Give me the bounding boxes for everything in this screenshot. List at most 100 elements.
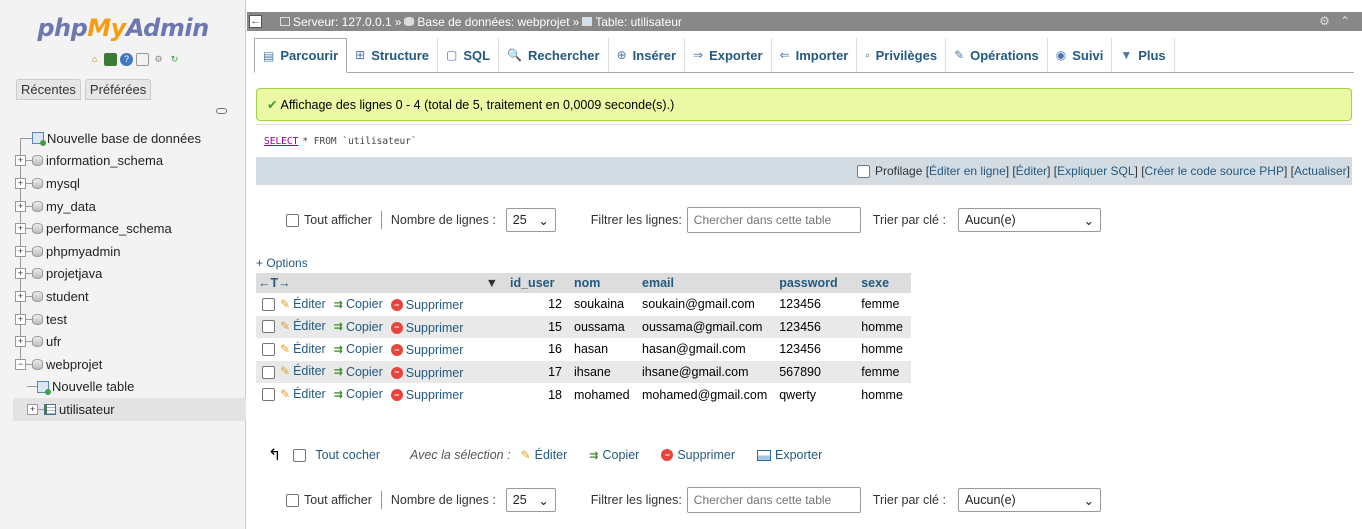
column-header-nom[interactable]: nom: [568, 273, 636, 293]
filter-rows-input[interactable]: Chercher dans cette table: [686, 207, 861, 233]
tree-item-performance-schema[interactable]: + performance_schema: [15, 217, 246, 240]
favorites-tab[interactable]: Préférées: [84, 79, 152, 100]
rows-per-page-select[interactable]: 25 ⌄: [505, 488, 556, 512]
table-row[interactable]: ✎ Éditer ⇉ Copier − Supprimer 17 ihsane ihsane@g…: [256, 360, 912, 384]
cell-nom[interactable]: oussama: [568, 315, 636, 339]
tab-tracking[interactable]: ◉ Suivi: [1048, 38, 1113, 72]
expand-icon[interactable]: +: [15, 313, 26, 325]
cell-sexe[interactable]: homme: [855, 315, 912, 339]
cell-id-user[interactable]: 18: [504, 383, 568, 406]
row-copy-button[interactable]: ⇉ Copier: [334, 320, 383, 334]
table-row[interactable]: ✎ Éditer ⇉ Copier − Supprimer 18 mohamed mohamed…: [256, 383, 912, 406]
tab-search[interactable]: 🔍 Rechercher: [499, 38, 609, 72]
expand-icon[interactable]: +: [15, 223, 26, 235]
row-edit-button[interactable]: ✎ Éditer: [280, 387, 326, 401]
row-copy-button[interactable]: ⇉ Copier: [334, 387, 383, 401]
cell-nom[interactable]: ihsane: [568, 360, 636, 384]
sql-keyword[interactable]: SELECT: [264, 136, 298, 147]
cell-password[interactable]: 123456: [773, 293, 856, 316]
bulk-edit-button[interactable]: ✎ Éditer: [521, 448, 568, 462]
breadcrumb-table[interactable]: Table: utilisateur: [595, 15, 682, 29]
expand-icon[interactable]: +: [15, 177, 26, 189]
row-delete-button[interactable]: − Supprimer: [390, 321, 463, 335]
cell-nom[interactable]: hasan: [568, 338, 636, 361]
tab-privileges[interactable]: ▫ Privilèges: [857, 38, 947, 72]
explain-sql-link[interactable]: Expliquer SQL: [1057, 164, 1134, 178]
column-header-sexe[interactable]: sexe: [855, 273, 912, 293]
tree-item-mysql[interactable]: + mysql: [15, 172, 246, 195]
row-delete-button[interactable]: − Supprimer: [390, 366, 463, 380]
row-edit-button[interactable]: ✎ Éditer: [280, 342, 326, 356]
show-all-checkbox[interactable]: [286, 213, 299, 227]
tree-item-student[interactable]: + student: [15, 285, 246, 308]
table-row[interactable]: ✎ Éditer ⇉ Copier − Supprimer 16 hasan hasan@gma…: [256, 338, 912, 361]
cell-sexe[interactable]: homme: [855, 338, 912, 361]
row-delete-button[interactable]: − Supprimer: [390, 343, 463, 357]
docs-icon[interactable]: [136, 53, 149, 66]
tree-item-test[interactable]: + test: [15, 308, 246, 331]
help-icon[interactable]: ?: [120, 53, 133, 66]
cell-sexe[interactable]: femme: [855, 293, 912, 316]
bulk-export-button[interactable]: Exporter: [757, 448, 822, 462]
settings-gear-icon[interactable]: ⚙: [1319, 14, 1330, 28]
column-header-password[interactable]: password: [773, 273, 856, 293]
bulk-delete-button[interactable]: − Supprimer: [661, 448, 735, 462]
cell-id-user[interactable]: 12: [504, 293, 568, 316]
options-link[interactable]: + Options: [256, 256, 308, 270]
profiling-checkbox[interactable]: [857, 164, 870, 178]
phpmyadmin-logo[interactable]: phpMyAdmin: [0, 14, 246, 42]
cell-email[interactable]: oussama@gmail.com: [636, 315, 774, 339]
inline-edit-link[interactable]: Éditer en ligne: [929, 164, 1006, 178]
table-row[interactable]: ✎ Éditer ⇉ Copier − Supprimer 12 soukaina soukai…: [256, 293, 912, 316]
refresh-link[interactable]: Actualiser: [1294, 164, 1347, 178]
tab-import[interactable]: ⇐ Importer: [772, 38, 858, 72]
expand-icon[interactable]: +: [15, 290, 26, 302]
cell-email[interactable]: soukain@gmail.com: [636, 293, 774, 316]
tree-item-my-data[interactable]: + my_data: [15, 195, 246, 218]
row-checkbox[interactable]: [262, 297, 275, 311]
link-with-main-icon[interactable]: [216, 108, 227, 114]
recent-tab[interactable]: Récentes: [16, 79, 81, 100]
collapse-top-icon[interactable]: ⌃: [1340, 14, 1350, 28]
expand-icon[interactable]: +: [15, 336, 26, 348]
row-checkbox[interactable]: [262, 365, 275, 379]
tree-item-new-table[interactable]: Nouvelle table: [15, 376, 246, 399]
expand-icon[interactable]: +: [15, 155, 26, 167]
tree-item-information-schema[interactable]: + information_schema: [15, 150, 246, 173]
row-delete-button[interactable]: − Supprimer: [390, 388, 463, 402]
breadcrumb-database[interactable]: Base de données: webprojet: [417, 15, 569, 29]
cell-password[interactable]: qwerty: [773, 383, 856, 406]
cell-id-user[interactable]: 15: [504, 315, 568, 339]
expand-icon[interactable]: +: [15, 245, 26, 257]
row-checkbox[interactable]: [262, 342, 275, 356]
cell-password[interactable]: 123456: [773, 315, 856, 339]
row-copy-button[interactable]: ⇉ Copier: [334, 365, 383, 379]
expand-icon[interactable]: +: [15, 268, 26, 280]
column-header-id-user[interactable]: id_user: [504, 273, 568, 293]
create-php-code-link[interactable]: Créer le code source PHP: [1145, 164, 1284, 178]
check-all-link[interactable]: Tout cocher: [315, 448, 380, 462]
row-checkbox[interactable]: [262, 388, 275, 402]
edit-query-link[interactable]: Éditer: [1016, 164, 1047, 178]
expand-icon[interactable]: +: [27, 403, 38, 415]
collapse-navigation-button[interactable]: ←: [249, 15, 262, 28]
cell-nom[interactable]: soukaina: [568, 293, 636, 316]
tab-sql[interactable]: ▢ SQL: [438, 38, 500, 72]
tree-item-phpmyadmin[interactable]: + phpmyadmin: [15, 240, 246, 263]
cell-sexe[interactable]: homme: [855, 383, 912, 406]
breadcrumb-server[interactable]: Serveur: 127.0.0.1: [293, 15, 392, 29]
row-edit-button[interactable]: ✎ Éditer: [280, 319, 326, 333]
cell-id-user[interactable]: 16: [504, 338, 568, 361]
rows-per-page-select[interactable]: 25 ⌄: [505, 208, 556, 232]
reload-icon[interactable]: ↻: [168, 53, 181, 66]
cell-id-user[interactable]: 17: [504, 360, 568, 384]
cell-sexe[interactable]: femme: [855, 360, 912, 384]
table-row[interactable]: ✎ Éditer ⇉ Copier − Supprimer 15 oussama oussama…: [256, 315, 912, 339]
tab-operations[interactable]: ✎ Opérations: [946, 38, 1048, 72]
row-checkbox[interactable]: [262, 320, 275, 334]
row-copy-button[interactable]: ⇉ Copier: [334, 342, 383, 356]
cell-password[interactable]: 567890: [773, 360, 856, 384]
home-icon[interactable]: ⌂: [88, 53, 101, 66]
tree-item-new-database[interactable]: Nouvelle base de données: [15, 127, 246, 150]
column-nav-arrows[interactable]: ←T→: [258, 276, 291, 290]
